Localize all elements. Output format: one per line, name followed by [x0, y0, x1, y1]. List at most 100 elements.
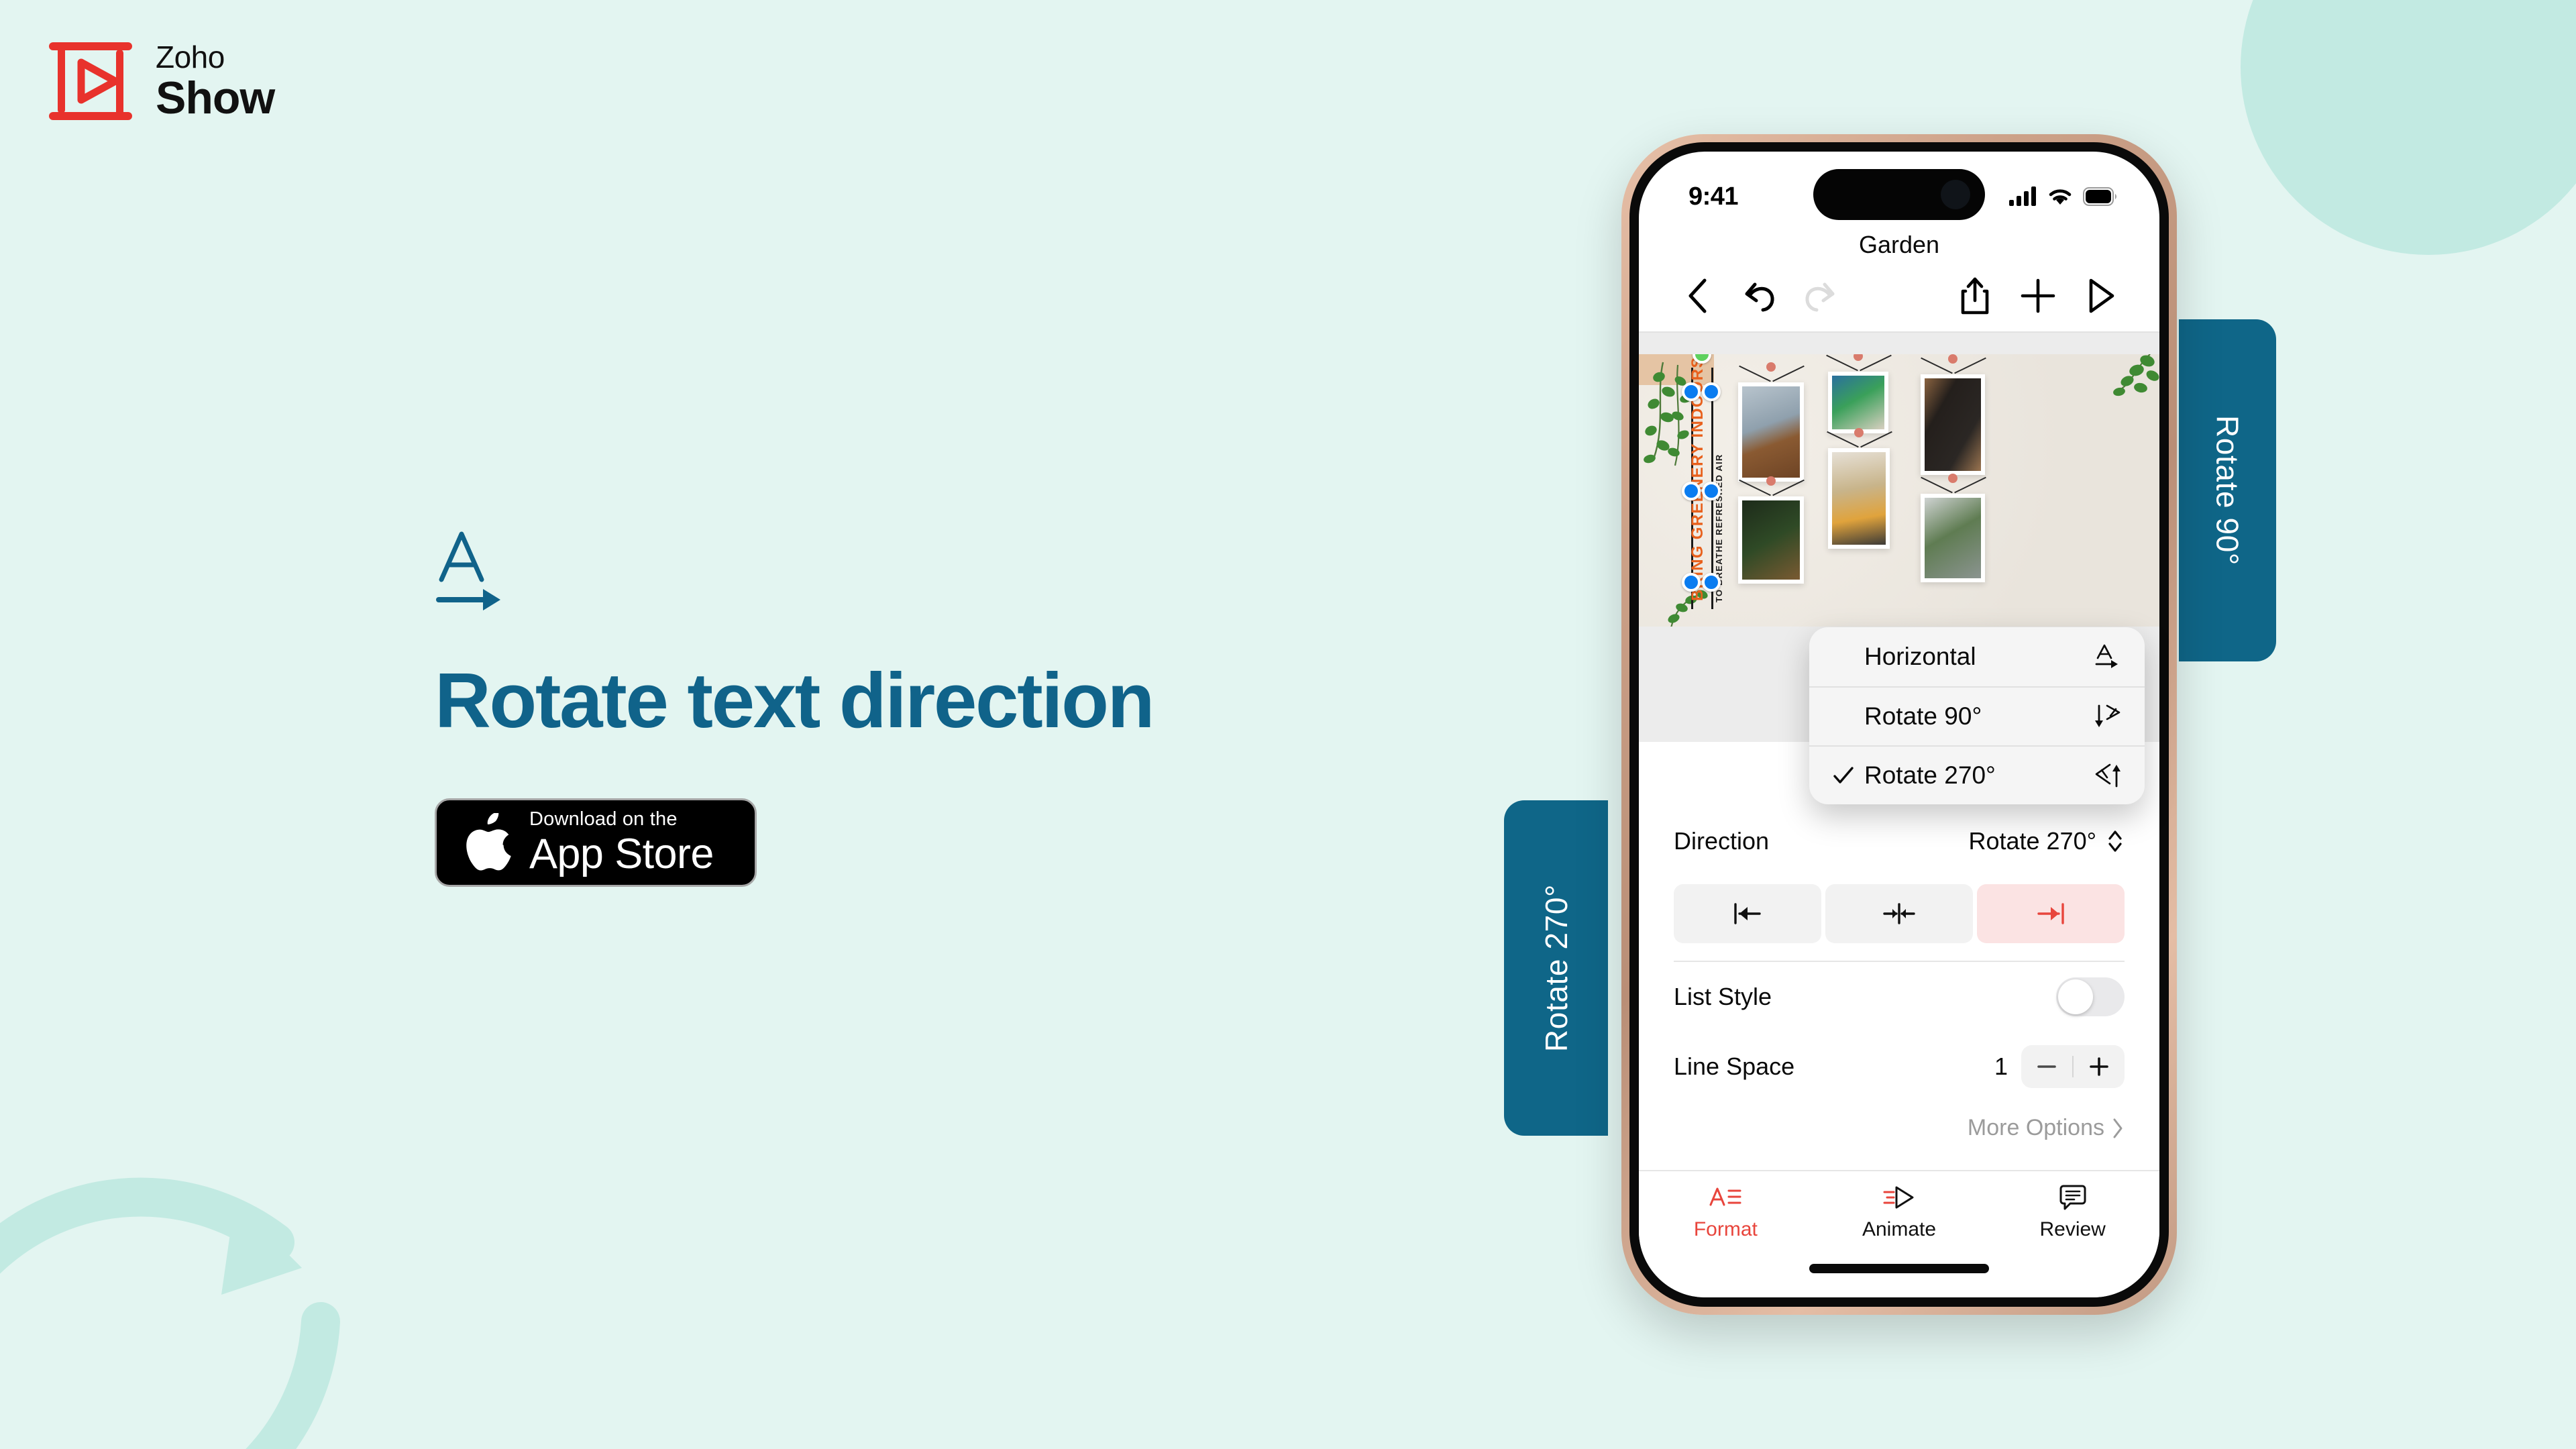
add-icon[interactable]	[2019, 276, 2057, 315]
selected-text-box[interactable]: BRING GREENERY INDOORS TO BREATHE REFRES…	[1676, 354, 1729, 609]
status-bar: 9:41	[1639, 152, 2159, 224]
photo-plants-on-cabinet	[1742, 386, 1800, 478]
bottom-tab-bar: Format Animate Review	[1639, 1170, 2159, 1297]
callout-tab-rotate-270: Rotate 270°	[1504, 800, 1608, 1136]
menu-item-rotate-270-label: Rotate 270°	[1864, 761, 1996, 789]
list-style-row: List Style	[1639, 962, 2159, 1032]
direction-row[interactable]: Direction Rotate 270°	[1639, 806, 2159, 876]
more-options-row: More Options	[1639, 1102, 2159, 1141]
alignment-segmented-control	[1639, 876, 2159, 961]
slide-vertical-headline: BRING GREENERY INDOORS	[1688, 356, 1707, 601]
text-horizontal-icon	[2092, 642, 2122, 672]
page-root: Zoho Show Rotate text direction Download…	[0, 0, 2576, 1449]
review-comment-icon	[2059, 1185, 2086, 1210]
menu-item-rotate-270[interactable]: Rotate 270°	[1809, 745, 2145, 804]
resize-handle-top-right[interactable]	[1702, 382, 1721, 401]
minus-icon	[2037, 1065, 2056, 1068]
list-style-label: List Style	[1674, 983, 1772, 1010]
brand-name-zoho: Zoho	[156, 40, 225, 74]
checkmark-icon	[1833, 767, 1854, 784]
menu-item-rotate-90-label: Rotate 90°	[1864, 702, 1982, 730]
slide-frame-1	[1738, 362, 1804, 482]
tab-review-label: Review	[2039, 1218, 2106, 1240]
undo-icon[interactable]	[1739, 276, 1778, 315]
front-camera-icon	[1941, 180, 1970, 209]
photo-succulents-dark	[1742, 500, 1800, 580]
tab-format[interactable]: Format	[1639, 1183, 1813, 1241]
battery-icon	[2083, 187, 2116, 206]
line-space-row: Line Space 1	[1639, 1032, 2159, 1102]
resize-handle-mid-left[interactable]	[1682, 482, 1701, 500]
line-space-increment-button[interactable]	[2074, 1055, 2125, 1078]
chevron-right-icon	[2113, 1118, 2123, 1138]
photo-cactus-hanging-pots	[1925, 498, 1981, 578]
menu-item-horizontal[interactable]: Horizontal	[1809, 627, 2145, 686]
wifi-icon	[2049, 189, 2072, 205]
photo-palm-and-chair	[1832, 452, 1886, 545]
tab-animate[interactable]: Animate	[1813, 1183, 1986, 1241]
menu-item-horizontal-label: Horizontal	[1864, 643, 1976, 670]
slide-frame-3	[1921, 354, 1985, 475]
resize-handle-mid-right[interactable]	[1702, 482, 1721, 500]
line-space-decrement-button[interactable]	[2021, 1055, 2072, 1078]
brand-logo[interactable]: Zoho Show	[46, 39, 275, 123]
text-rotate-270-icon	[2092, 761, 2122, 790]
more-options-label: More Options	[1967, 1115, 2104, 1140]
present-play-icon[interactable]	[2082, 276, 2121, 315]
menu-item-rotate-90[interactable]: Rotate 90°	[1809, 686, 2145, 745]
toolbar-right-group	[1955, 276, 2121, 315]
callout-tab-rotate-90: Rotate 90°	[2179, 319, 2276, 661]
chevron-up-down-icon	[2108, 830, 2122, 852]
resize-handle-bottom-right[interactable]	[1702, 573, 1721, 592]
callout-tab-rotate-270-label: Rotate 270°	[1538, 883, 1574, 1053]
direction-label: Direction	[1674, 827, 1770, 855]
align-center-icon	[1883, 903, 1915, 924]
slide-frame-6	[1921, 474, 1985, 582]
app-store-bottom-label: App Store	[529, 830, 714, 877]
download-app-store-button[interactable]: Download on the App Store	[435, 798, 757, 887]
page-title: Rotate text direction	[435, 657, 1155, 744]
back-chevron-icon[interactable]	[1678, 276, 1717, 315]
editor-toolbar	[1639, 259, 2159, 333]
rotate-text-direction-icon	[436, 531, 500, 610]
toggle-knob	[2058, 979, 2093, 1014]
align-center-button[interactable]	[1825, 884, 1973, 943]
tab-review[interactable]: Review	[1986, 1183, 2159, 1241]
hero-section: Rotate text direction Download on the Ap…	[435, 530, 1441, 887]
align-right-icon	[2037, 903, 2064, 924]
redo-icon[interactable]	[1801, 276, 1840, 315]
align-left-button[interactable]	[1674, 884, 1821, 943]
apple-logo-icon	[466, 812, 511, 871]
direction-value-group[interactable]: Rotate 270°	[1968, 827, 2125, 855]
slide-frame-4	[1738, 476, 1804, 584]
line-space-value: 1	[1994, 1053, 2008, 1080]
format-text-icon	[1709, 1187, 1741, 1206]
list-style-toggle[interactable]	[2056, 977, 2125, 1016]
text-direction-dropdown-menu: Horizontal Rotate 90° Rotate 270°	[1809, 627, 2145, 804]
photo-spider-plant-on-bench	[1832, 376, 1884, 429]
photo-maple-plant-dark-wall	[1925, 378, 1981, 471]
more-options-button[interactable]: More Options	[1968, 1115, 2125, 1141]
line-space-label: Line Space	[1674, 1053, 1795, 1080]
decorative-rotate-arrow	[0, 1177, 340, 1449]
slide-frame-5	[1828, 428, 1890, 549]
decorative-circle-top-right	[2241, 0, 2576, 255]
tab-animate-label: Animate	[1862, 1218, 1937, 1240]
status-icons	[2009, 186, 2118, 207]
share-icon[interactable]	[1955, 276, 1994, 315]
callout-tab-rotate-90-label: Rotate 90°	[2210, 415, 2245, 566]
toolbar-left-group	[1678, 276, 1840, 315]
plus-icon	[2090, 1057, 2108, 1076]
status-time: 9:41	[1688, 182, 1739, 211]
app-store-top-label: Download on the	[529, 808, 678, 830]
text-rotate-90-icon	[2092, 702, 2122, 731]
slide-frame-2	[1828, 354, 1888, 433]
slide-content[interactable]: BRING GREENERY INDOORS TO BREATHE REFRES…	[1639, 354, 2159, 627]
cellular-signal-icon	[2009, 186, 2036, 206]
resize-handle-top-left[interactable]	[1682, 382, 1701, 401]
document-title: Garden	[1858, 231, 1940, 258]
align-right-button[interactable]	[1977, 884, 2125, 943]
dynamic-island	[1813, 169, 1985, 220]
resize-handle-bottom-left[interactable]	[1682, 573, 1701, 592]
tab-format-label: Format	[1693, 1218, 1758, 1240]
